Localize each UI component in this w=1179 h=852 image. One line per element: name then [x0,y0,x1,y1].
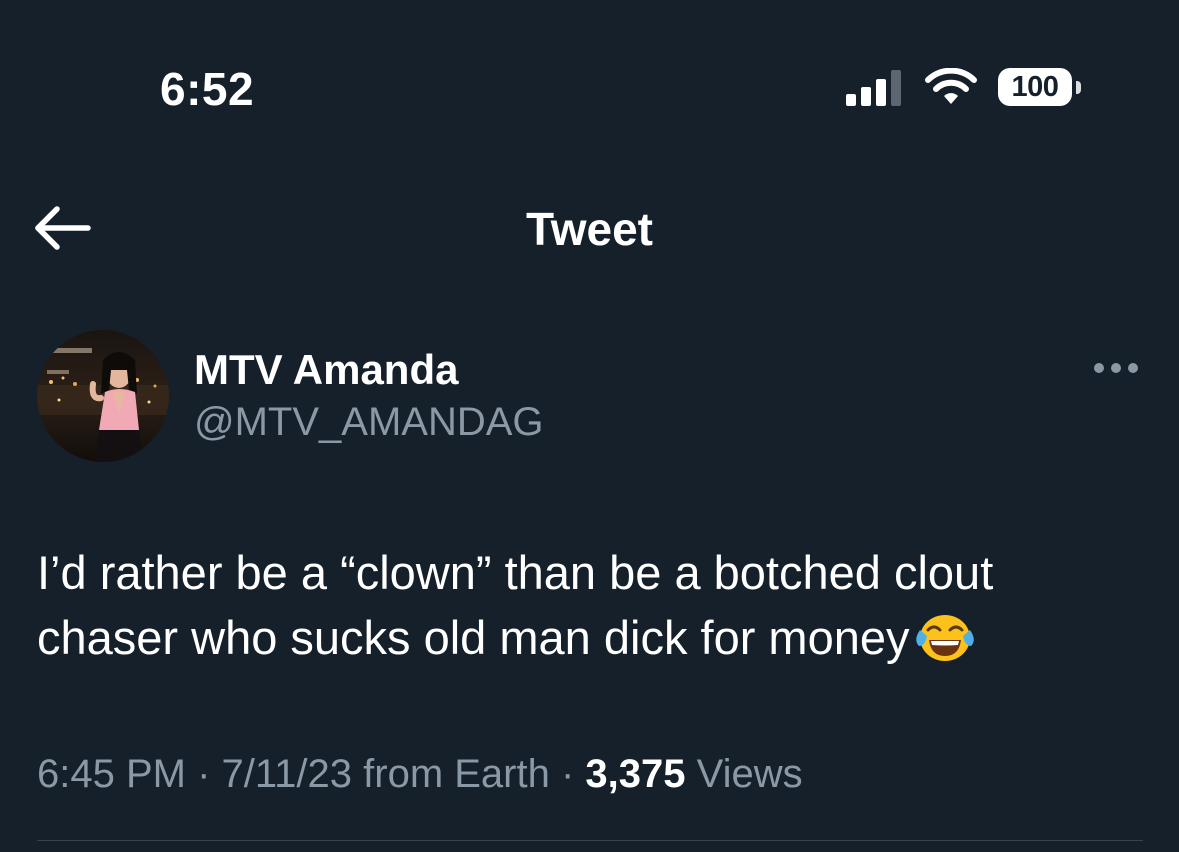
meta-separator: · [549,752,586,796]
tweet-time: 6:45 PM [37,752,186,796]
author-name[interactable]: MTV Amanda [194,346,458,394]
author-handle[interactable]: @MTV_AMANDAG [194,400,544,445]
avatar[interactable] [37,330,169,462]
tweet-text: I’d rather be a “clown” than be a botche… [37,540,1147,670]
more-options-icon[interactable] [1090,356,1142,380]
wifi-icon [925,68,977,104]
cellular-signal-icon [846,70,901,106]
tweet-meta: 6:45 PM · 7/11/23 from Earth · 3,375 Vie… [37,752,803,797]
tweet-source: from Earth [363,752,550,796]
page-title: Tweet [526,203,653,255]
face-with-tears-of-joy-icon [916,615,975,661]
tweet-body: I’d rather be a “clown” than be a botche… [37,546,994,664]
views-label[interactable]: Views [697,752,803,796]
battery-level: 100 [998,68,1072,106]
meta-separator: · [185,752,222,796]
status-time: 6:52 [160,63,255,115]
battery-indicator: 100 [998,68,1084,108]
tweet-screen: 6:52 100 Tweet MTV Amanda @MTV_AMANDAG I… [0,0,1179,852]
divider [37,840,1143,841]
battery-tip [1076,81,1081,94]
views-count[interactable]: 3,375 [585,752,685,796]
tweet-date: 7/11/23 [221,752,353,796]
